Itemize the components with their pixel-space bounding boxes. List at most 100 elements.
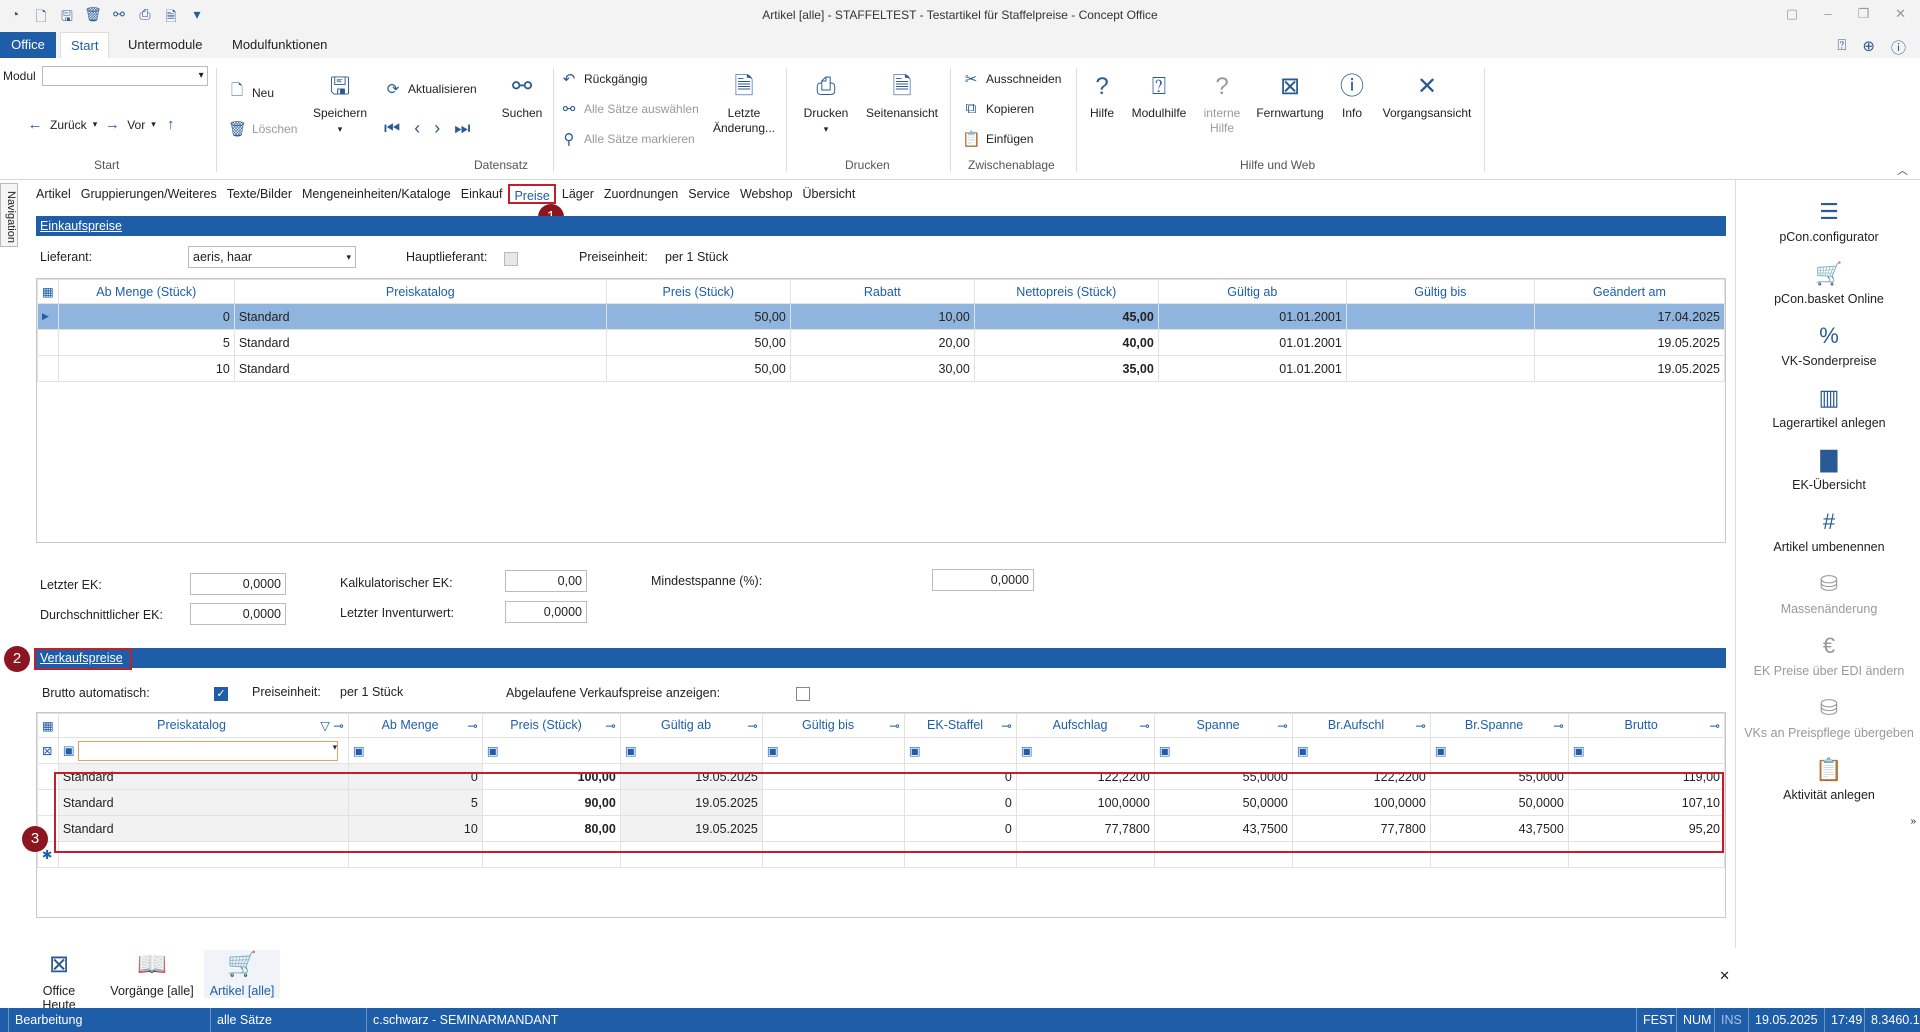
brutto-auto-checkbox[interactable]: ✓ <box>214 685 228 701</box>
cell[interactable]: 10,00 <box>789 303 975 330</box>
speichern-button[interactable]: 🖫 Speichern ▾ <box>310 72 370 137</box>
cell[interactable] <box>1345 355 1535 382</box>
cell[interactable]: 50,00 <box>605 303 791 330</box>
grid-menu-icon[interactable]: ▦ <box>37 279 59 304</box>
filter-cell[interactable]: ▣ <box>1291 737 1431 764</box>
lieferant-select[interactable]: aeris, haar ▾ <box>188 246 356 268</box>
abgelaufen-checkbox[interactable] <box>796 685 810 701</box>
minimize-icon[interactable]: – <box>1824 6 1831 22</box>
ek-uebersicht-action[interactable]: ▇ EK-Übersicht <box>1738 446 1920 492</box>
navigation-toggle[interactable]: Navigation <box>0 183 18 247</box>
expand-icon[interactable]: » <box>1910 816 1916 827</box>
ek-col-preis[interactable]: Preis (Stück) <box>605 279 791 304</box>
cell[interactable]: 01.01.2001 <box>1157 355 1347 382</box>
vorgaenge-button[interactable]: 📖 Vorgänge [alle] <box>108 950 196 998</box>
vk-sonderpreise-action[interactable]: % VK-Sonderpreise <box>1738 322 1920 368</box>
vk-col-aufschlag[interactable]: Aufschlag ⊸ <box>1015 713 1155 738</box>
cell[interactable]: Standard <box>233 329 607 356</box>
subtab-einkauf[interactable]: Einkauf <box>457 184 507 204</box>
filter-cell[interactable]: ▣ <box>1153 737 1293 764</box>
artikel-umbenennen-action[interactable]: # Artikel umbenennen <box>1738 508 1920 554</box>
arrow-up-icon[interactable]: ↑ <box>162 116 180 133</box>
tab-start[interactable]: Start <box>60 32 110 58</box>
loeschen-button[interactable]: 🗑 Löschen <box>228 120 297 138</box>
cell[interactable]: 5 <box>57 329 235 356</box>
ek-col-gueltig-ab[interactable]: Gültig ab <box>1157 279 1347 304</box>
aktualisieren-button[interactable]: ⟳ Aktualisieren <box>384 80 477 98</box>
info-button[interactable]: ⓘ Info <box>1334 72 1370 121</box>
ek-edi-action[interactable]: € EK Preise über EDI ändern <box>1738 632 1920 678</box>
suchen-button[interactable]: ⚯ Suchen <box>494 72 550 121</box>
einkauf-grid[interactable]: ▦ Ab Menge (Stück) Preiskatalog Preis (S… <box>36 278 1726 543</box>
subtab-uebersicht[interactable]: Übersicht <box>799 184 860 204</box>
vk-grid-menu-icon[interactable]: ▦ <box>37 713 59 738</box>
tab-office[interactable]: Office <box>0 32 56 58</box>
next-record-icon[interactable]: › <box>434 118 440 139</box>
globe-icon[interactable]: ⊕ <box>1862 37 1875 58</box>
interne-hilfe-button[interactable]: ? interne Hilfe <box>1196 72 1248 136</box>
back-button[interactable]: Zurück <box>50 118 87 132</box>
cell[interactable]: 35,00 <box>973 355 1159 382</box>
forward-button[interactable]: Vor <box>127 118 145 132</box>
table-row[interactable]: 10 Standard 50,00 30,00 35,00 01.01.2001… <box>37 355 1726 382</box>
vk-col-preis[interactable]: Preis (Stück) ⊸ <box>481 713 621 738</box>
drucken-button[interactable]: ⎙ Drucken ▾ <box>796 72 856 137</box>
vk-col-spanne[interactable]: Spanne ⊸ <box>1153 713 1293 738</box>
tab-untermodule[interactable]: Untermodule <box>118 32 212 58</box>
cell[interactable]: 20,00 <box>789 329 975 356</box>
last-record-icon[interactable]: ⏭ <box>454 118 470 139</box>
restore-icon[interactable]: ▢ <box>1786 6 1798 22</box>
einfuegen-button[interactable]: 📋 Einfügen <box>962 130 1033 148</box>
subtab-webshop[interactable]: Webshop <box>736 184 797 204</box>
cell[interactable] <box>1345 329 1535 356</box>
subtab-gruppierungen[interactable]: Gruppierungen/Weiteres <box>77 184 221 204</box>
inventur-field[interactable]: 0,0000 <box>505 601 587 623</box>
filter-cell[interactable]: ▣ <box>619 737 763 764</box>
artikel-button[interactable]: 🛒 Artikel [alle] <box>204 950 280 998</box>
vk-col-gueltig-ab[interactable]: Gültig ab ⊸ <box>619 713 763 738</box>
cell[interactable]: 10 <box>57 355 235 382</box>
vks-preispflege-action[interactable]: ⛁ VKs an Preispflege übergeben <box>1738 694 1920 740</box>
info-icon[interactable]: ⓘ <box>1891 37 1906 58</box>
rueckgaengig-button[interactable]: ↶ Rückgängig <box>560 70 648 88</box>
help-box-icon[interactable]: ⍰ <box>1837 37 1846 58</box>
ek-col-preiskatalog[interactable]: Preiskatalog <box>233 279 607 304</box>
office-heute-button[interactable]: ⊠ Office Heute <box>26 950 92 1012</box>
vk-col-braufschl[interactable]: Br.Aufschl ⊸ <box>1291 713 1431 738</box>
arrow-left-icon[interactable]: ← <box>26 116 44 133</box>
letzter-ek-field[interactable]: 0,0000 <box>190 573 286 595</box>
cell[interactable]: 45,00 <box>973 303 1159 330</box>
ek-col-abmenge[interactable]: Ab Menge (Stück) <box>57 279 235 304</box>
cell[interactable]: 0 <box>57 303 235 330</box>
aktivitaet-action[interactable]: 📋 Aktivität anlegen <box>1738 756 1920 802</box>
ek-col-geaendert[interactable]: Geändert am <box>1533 279 1726 304</box>
filter-cell[interactable]: ▣ <box>1567 737 1726 764</box>
first-record-icon[interactable]: ⏮ <box>384 118 400 139</box>
ek-col-gueltig-bis[interactable]: Gültig bis <box>1345 279 1535 304</box>
cell[interactable]: 01.01.2001 <box>1157 329 1347 356</box>
hilfe-button[interactable]: ? Hilfe <box>1082 72 1122 121</box>
cell[interactable]: 40,00 <box>973 329 1159 356</box>
vorgangsansicht-button[interactable]: ✕ Vorgangsansicht <box>1374 72 1480 121</box>
prev-record-icon[interactable]: ‹ <box>414 118 420 139</box>
table-row[interactable]: 5 Standard 50,00 20,00 40,00 01.01.2001 … <box>37 329 1726 356</box>
vk-col-gueltig-bis[interactable]: Gültig bis ⊸ <box>761 713 905 738</box>
maximize-icon[interactable]: ❐ <box>1857 6 1869 22</box>
cell[interactable]: 19.05.2025 <box>1533 355 1726 382</box>
subtab-laeger[interactable]: Läger <box>558 184 598 204</box>
arrow-right-icon[interactable]: → <box>103 116 121 133</box>
filter-preiskatalog[interactable]: ▣ ▾ <box>57 737 349 764</box>
vk-col-ekstaffel[interactable]: EK-Staffel ⊸ <box>903 713 1017 738</box>
cell[interactable]: 19.05.2025 <box>1533 329 1726 356</box>
cell[interactable]: 30,00 <box>789 355 975 382</box>
filter-cell[interactable]: ▣ <box>347 737 483 764</box>
neu-button[interactable]: 🗋 Neu <box>228 80 274 105</box>
modul-select[interactable]: ▾ <box>41 66 208 86</box>
cell[interactable]: Standard <box>233 355 607 382</box>
filter-cell[interactable]: ▣ <box>761 737 905 764</box>
filter-cell[interactable]: ▣ <box>1015 737 1155 764</box>
hauptlieferant-checkbox[interactable] <box>504 250 518 266</box>
cell[interactable]: Standard <box>233 303 607 330</box>
ausschneiden-button[interactable]: ✂ Ausschneiden <box>962 70 1062 88</box>
cell[interactable] <box>1345 303 1535 330</box>
